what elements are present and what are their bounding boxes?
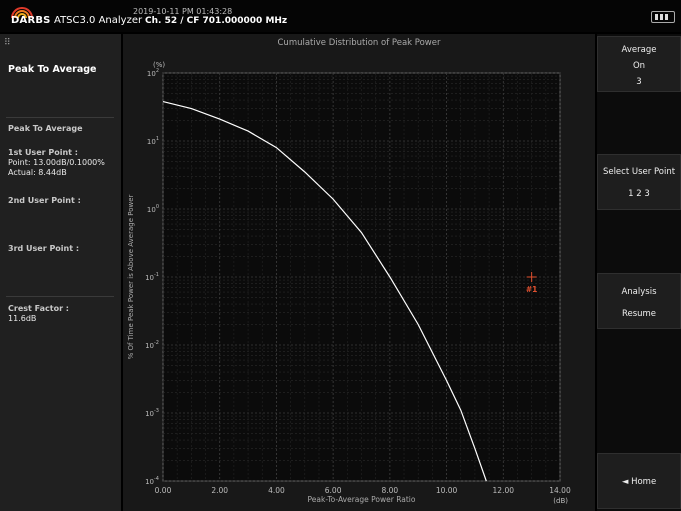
x-tick-label: 0.00 — [155, 486, 172, 495]
timestamp: 2019-10-11 PM 01:43:28 — [133, 7, 233, 16]
title-bar: DARBS ATSC3.0 Analyzer 2019-10-11 PM 01:… — [0, 0, 681, 32]
right-softkey-panel: Average On 3 Select User Point 1 2 3 Ana… — [597, 34, 681, 511]
analysis-action: Resume — [621, 309, 657, 319]
y-tick-label: 100 — [147, 204, 159, 214]
logo-text: DARBS — [11, 15, 51, 26]
y-tick-label: 10-1 — [145, 272, 159, 282]
average-count: 3 — [636, 77, 642, 87]
y-axis-label: % Of Time Peak Power is Above Average Po… — [127, 194, 135, 359]
user-point-marker-label: #1 — [526, 285, 538, 294]
average-label: Average — [621, 45, 657, 55]
chart-panel: Cumulative Distribution of Peak Power 10… — [123, 34, 595, 511]
y-tick-label: 102 — [147, 68, 159, 78]
section-label: Peak To Average — [8, 124, 83, 133]
y-tick-label: 101 — [147, 136, 159, 146]
home-button[interactable]: ◄ Home — [597, 453, 681, 509]
crest-factor-label: Crest Factor : — [8, 304, 69, 313]
channel-frequency: Ch. 52 / CF 701.000000 MHz — [145, 16, 288, 26]
left-info-panel: ⠿ Peak To Average Peak To Average 1st Us… — [0, 34, 121, 511]
x-tick-label: 14.00 — [549, 486, 571, 495]
user-point-options: 1 2 3 — [628, 189, 650, 199]
third-user-point-label: 3rd User Point : — [8, 244, 80, 253]
first-user-point-label: 1st User Point : — [8, 148, 78, 157]
analysis-label: Analysis — [621, 287, 657, 297]
first-user-point-value: Point: 13.00dB/0.1000% — [8, 158, 105, 167]
x-tick-label: 4.00 — [268, 486, 285, 495]
first-user-point-actual: Actual: 8.44dB — [8, 168, 67, 177]
average-state: On — [632, 61, 646, 71]
x-tick-label: 2.00 — [211, 486, 228, 495]
y-unit-label: (%) — [153, 61, 165, 69]
panel-grip-icon[interactable]: ⠿ — [4, 38, 11, 48]
panel-title: Peak To Average — [8, 64, 97, 75]
y-tick-label: 10-3 — [145, 408, 159, 418]
app-name: ATSC3.0 Analyzer — [54, 15, 143, 26]
select-user-point-label: Select User Point — [602, 167, 676, 177]
average-button[interactable]: Average On 3 — [597, 36, 681, 92]
y-tick-label: 10-4 — [145, 476, 159, 486]
second-user-point-label: 2nd User Point : — [8, 196, 81, 205]
divider — [6, 117, 114, 118]
home-label: ◄ Home — [621, 477, 657, 487]
x-tick-label: 8.00 — [382, 486, 399, 495]
x-tick-label: 6.00 — [325, 486, 342, 495]
analysis-button[interactable]: Analysis Resume — [597, 273, 681, 329]
crest-factor-value: 11.6dB — [8, 314, 37, 323]
x-axis-label: Peak-To-Average Power Ratio — [308, 495, 416, 504]
x-tick-label: 12.00 — [493, 486, 515, 495]
ccdf-chart[interactable]: 102 101 100 10-1 10-2 10-3 10-40.00 2.00 4.00 6.0… — [123, 34, 595, 511]
divider — [6, 296, 114, 297]
select-user-point-button[interactable]: Select User Point 1 2 3 — [597, 154, 681, 210]
x-unit-label: (dB) — [553, 497, 568, 505]
x-tick-label: 10.00 — [436, 486, 458, 495]
battery-icon — [651, 11, 675, 23]
y-tick-label: 10-2 — [145, 340, 159, 350]
